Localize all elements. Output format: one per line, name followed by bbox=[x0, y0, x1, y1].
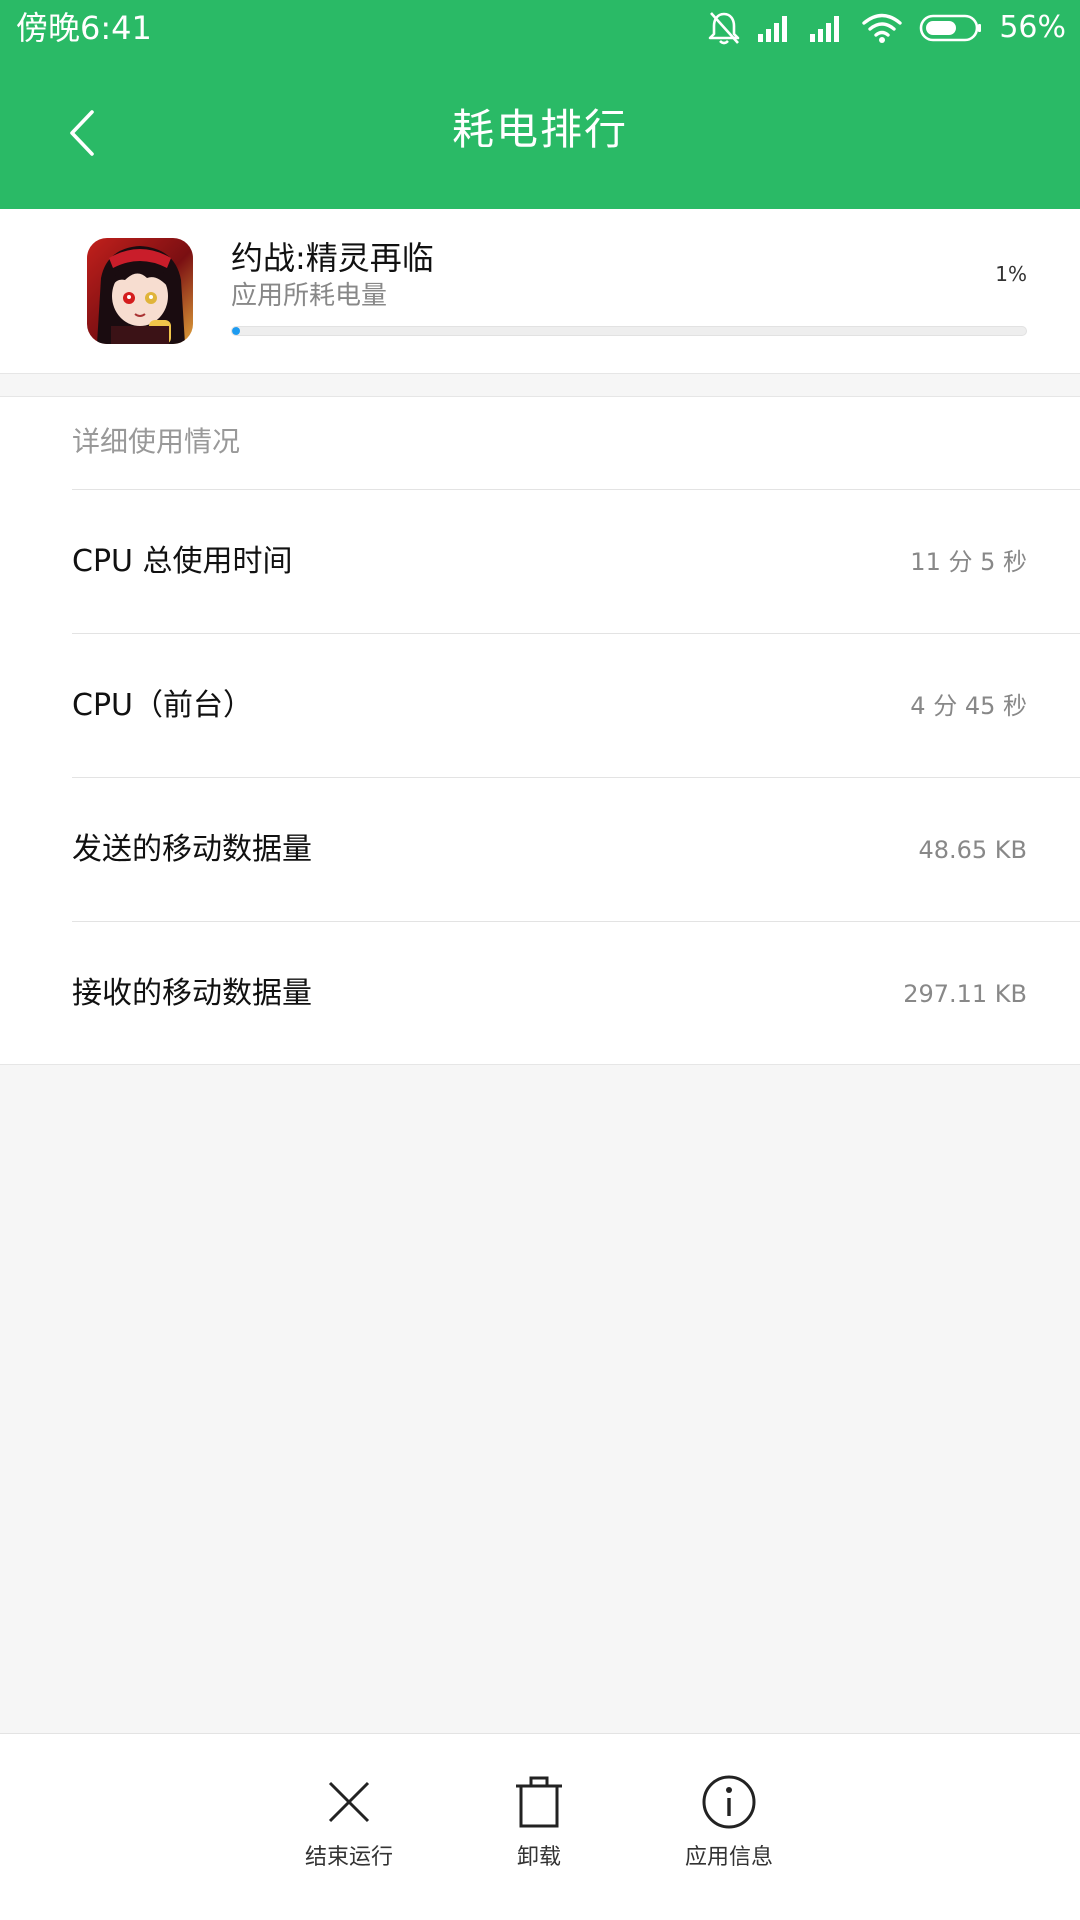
force-stop-button[interactable]: 结束运行 bbox=[279, 1772, 419, 1892]
battery-percent: 56% bbox=[999, 10, 1066, 45]
app-usage-card: 约战:精灵再临 应用所耗电量 1% bbox=[0, 209, 1080, 374]
bell-muted-icon bbox=[709, 12, 740, 45]
detail-value: 11 分 5 秒 bbox=[910, 547, 1027, 576]
detail-row-data-received: 接收的移动数据量 297.11 KB bbox=[72, 922, 1080, 1066]
detail-label: 接收的移动数据量 bbox=[72, 976, 312, 1011]
app-usage-subtitle: 应用所耗电量 bbox=[231, 281, 388, 311]
detail-label: CPU 总使用时间 bbox=[72, 543, 293, 579]
detail-row-data-sent: 发送的移动数据量 48.65 KB bbox=[72, 778, 1080, 922]
app-header: 傍晚6:41 56% 耗电排行 bbox=[0, 0, 1080, 209]
status-bar: 傍晚6:41 56% bbox=[0, 0, 1080, 56]
close-x-icon bbox=[328, 1781, 370, 1823]
usage-details-section: 详细使用情况 CPU 总使用时间 11 分 5 秒 CPU（前台） 4 分 45… bbox=[0, 396, 1080, 1065]
section-header: 详细使用情况 bbox=[72, 397, 1080, 490]
detail-label: 发送的移动数据量 bbox=[72, 831, 312, 867]
uninstall-button[interactable]: 卸载 bbox=[469, 1772, 609, 1892]
status-icons: 56% bbox=[707, 8, 1066, 48]
app-avatar-icon bbox=[87, 238, 193, 344]
app-info-label: 应用信息 bbox=[684, 1845, 773, 1870]
app-icon bbox=[87, 238, 193, 344]
detail-value: 4 分 45 秒 bbox=[910, 691, 1027, 720]
detail-row-cpu-total: CPU 总使用时间 11 分 5 秒 bbox=[72, 490, 1080, 634]
detail-row-cpu-foreground: CPU（前台） 4 分 45 秒 bbox=[72, 634, 1080, 778]
signal-icon bbox=[758, 16, 788, 42]
info-icon bbox=[702, 1775, 756, 1829]
uninstall-label: 卸载 bbox=[516, 1845, 561, 1870]
detail-label: CPU（前台） bbox=[72, 687, 253, 723]
section-title: 详细使用情况 bbox=[72, 425, 241, 458]
trash-icon bbox=[516, 1776, 562, 1828]
app-info-button[interactable]: 应用信息 bbox=[659, 1772, 799, 1892]
detail-value: 48.65 KB bbox=[918, 835, 1027, 864]
signal-icon bbox=[810, 16, 840, 42]
detail-value: 297.11 KB bbox=[903, 980, 1027, 1008]
usage-progress-fill bbox=[232, 327, 240, 335]
status-time: 傍晚6:41 bbox=[16, 9, 152, 47]
wifi-icon bbox=[862, 13, 903, 43]
battery-usage-screen: 傍晚6:41 56% 耗电排行 约战:精灵再临 应用所耗电量 1% 详细使用情况… bbox=[0, 0, 1080, 1920]
force-stop-label: 结束运行 bbox=[304, 1845, 393, 1870]
app-name: 约战:精灵再临 bbox=[231, 239, 434, 277]
battery-icon bbox=[920, 14, 982, 42]
usage-progress-bar bbox=[231, 326, 1027, 336]
bottom-action-bar: 结束运行 卸载 应用信息 bbox=[0, 1733, 1080, 1920]
page-title: 耗电排行 bbox=[451, 105, 628, 154]
app-usage-percent: 1% bbox=[995, 262, 1027, 286]
title-bar: 耗电排行 bbox=[0, 56, 1080, 209]
